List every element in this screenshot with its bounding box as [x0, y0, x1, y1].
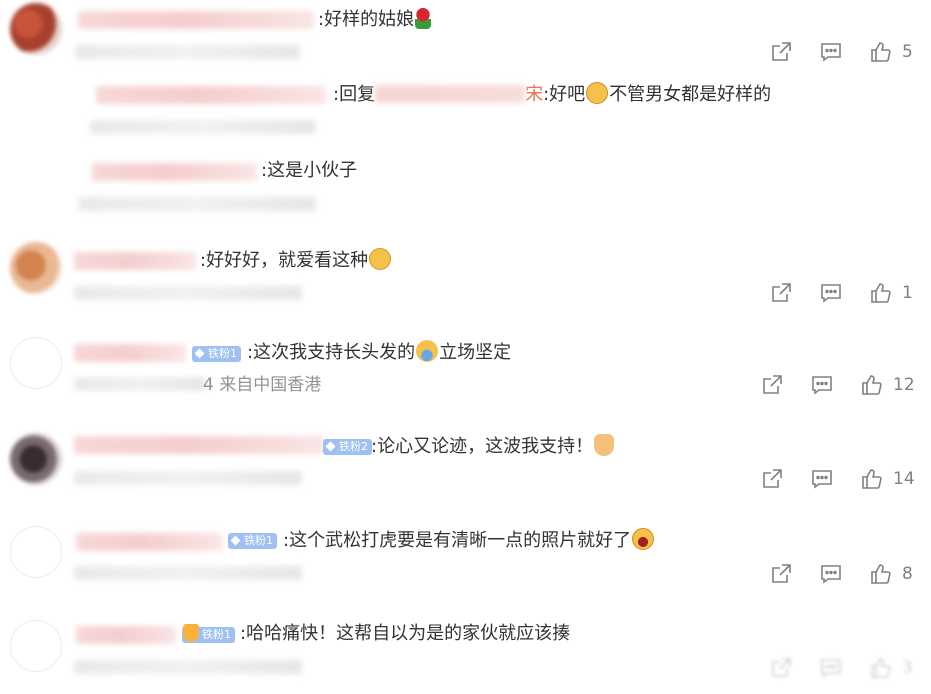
fan-badge[interactable]: 铁粉1 — [182, 624, 235, 643]
comment-meta — [75, 45, 300, 59]
thinking-emoji — [369, 248, 392, 270]
like-button[interactable]: 5 — [869, 40, 920, 64]
avatar[interactable] — [10, 433, 62, 485]
comment-text: :这次我支持长头发的 立场坚定 — [247, 340, 512, 363]
diamond-icon — [325, 441, 336, 452]
comment-icon[interactable] — [819, 40, 843, 64]
reply-meta — [90, 120, 315, 134]
thumbs-up-icon — [869, 40, 893, 64]
comment-meta — [74, 286, 302, 300]
like-count: 5 — [902, 42, 913, 62]
cat-emoji — [586, 82, 609, 104]
comment-meta-hidden — [74, 377, 206, 391]
like-count: 14 — [893, 469, 915, 489]
avatar[interactable] — [10, 242, 62, 294]
fan-badge[interactable]: 铁粉2 — [323, 439, 372, 455]
comment-item: 铁粉1 :哈哈痛快！这帮自以为是的家伙就应该揍 3 — [0, 610, 931, 694]
comment-actions: 1 — [769, 281, 920, 305]
like-button[interactable]: 14 — [860, 467, 915, 491]
comment-icon[interactable] — [819, 281, 843, 305]
comment-item: 铁粉2 :论心又论迹，这波我支持！ 14 — [0, 425, 931, 520]
like-count: 1 — [902, 283, 913, 303]
comment-actions: 12 — [760, 373, 915, 397]
reply-user-name[interactable] — [96, 86, 326, 104]
reply-text: :这是小伙子 — [261, 160, 358, 181]
comment-item: 铁粉1 :这个武松打虎要是有清晰一点的照片就好了 8 — [0, 520, 931, 610]
avatar[interactable] — [10, 3, 62, 55]
diamond-icon — [194, 348, 205, 359]
thumbs-up-icon — [860, 467, 884, 491]
avatar[interactable] — [10, 526, 62, 578]
share-icon[interactable] — [760, 373, 784, 397]
avatar[interactable] — [10, 337, 62, 389]
comment-meta: 4 来自中国香港 — [203, 375, 322, 395]
diamond-icon — [230, 535, 241, 546]
thumbs-up-icon — [869, 656, 893, 680]
share-icon[interactable] — [769, 656, 793, 680]
user-name[interactable] — [74, 252, 196, 270]
comment-item: 铁粉1 :这次我支持长头发的 立场坚定 4 来自中国香港 12 — [0, 330, 931, 425]
share-icon[interactable] — [760, 467, 784, 491]
like-button[interactable]: 12 — [860, 373, 915, 397]
like-button[interactable]: 1 — [869, 281, 920, 305]
crying-emoji — [416, 340, 439, 362]
reply-user-name[interactable] — [92, 163, 257, 181]
thumbs-up-icon — [869, 281, 893, 305]
fan-badge[interactable]: 铁粉1 — [192, 346, 241, 362]
comment-text: :这个武松打虎要是有清晰一点的照片就好了 — [283, 528, 655, 553]
like-count: 3 — [902, 658, 913, 678]
comment-actions: 5 — [769, 40, 920, 64]
thumbs-up-icon — [860, 373, 884, 397]
comment-meta — [74, 471, 302, 485]
reply-text: :回复 宋:好吧 不管男女都是好样的 — [333, 82, 772, 105]
like-count: 12 — [893, 375, 915, 395]
comment-text: :好样的姑娘 — [318, 7, 432, 32]
user-name[interactable] — [74, 436, 324, 454]
thumbs-up-emoji — [594, 434, 615, 456]
comment-text: :好好好，就爱看这种 — [200, 248, 392, 273]
like-button[interactable]: 3 — [869, 656, 920, 680]
crown-icon — [183, 624, 199, 642]
comment-actions: 14 — [760, 467, 915, 491]
thumbs-up-icon — [869, 562, 893, 586]
share-icon[interactable] — [769, 40, 793, 64]
share-icon[interactable] — [769, 562, 793, 586]
avatar[interactable] — [10, 620, 62, 672]
comment-text: :哈哈痛快！这帮自以为是的家伙就应该揍 — [240, 623, 571, 644]
comment-icon[interactable] — [819, 562, 843, 586]
rose-emoji — [415, 7, 432, 29]
comment-icon[interactable] — [810, 467, 834, 491]
comment-text: :论心又论迹，这波我支持！ — [371, 434, 615, 459]
fan-badge[interactable]: 铁粉1 — [228, 533, 277, 549]
comment-item: :好好好，就爱看这种 1 — [0, 235, 931, 330]
comment-meta — [74, 660, 302, 674]
user-name[interactable] — [76, 533, 222, 551]
comment-icon[interactable] — [810, 373, 834, 397]
like-count: 8 — [902, 564, 913, 584]
comment-item: :好样的姑娘 5 :回复 宋:好吧 不管男女都是好样的 :这是小伙子 — [0, 0, 931, 230]
comment-icon[interactable] — [819, 656, 843, 680]
share-icon[interactable] — [769, 281, 793, 305]
user-name[interactable] — [76, 626, 176, 644]
laughing-emoji — [632, 528, 655, 550]
comment-actions: 3 — [769, 656, 920, 680]
like-button[interactable]: 8 — [869, 562, 920, 586]
user-name[interactable] — [74, 344, 186, 362]
user-name[interactable] — [78, 11, 314, 29]
comment-meta — [74, 566, 302, 580]
reply-meta — [78, 197, 316, 211]
comment-actions: 8 — [769, 562, 920, 586]
